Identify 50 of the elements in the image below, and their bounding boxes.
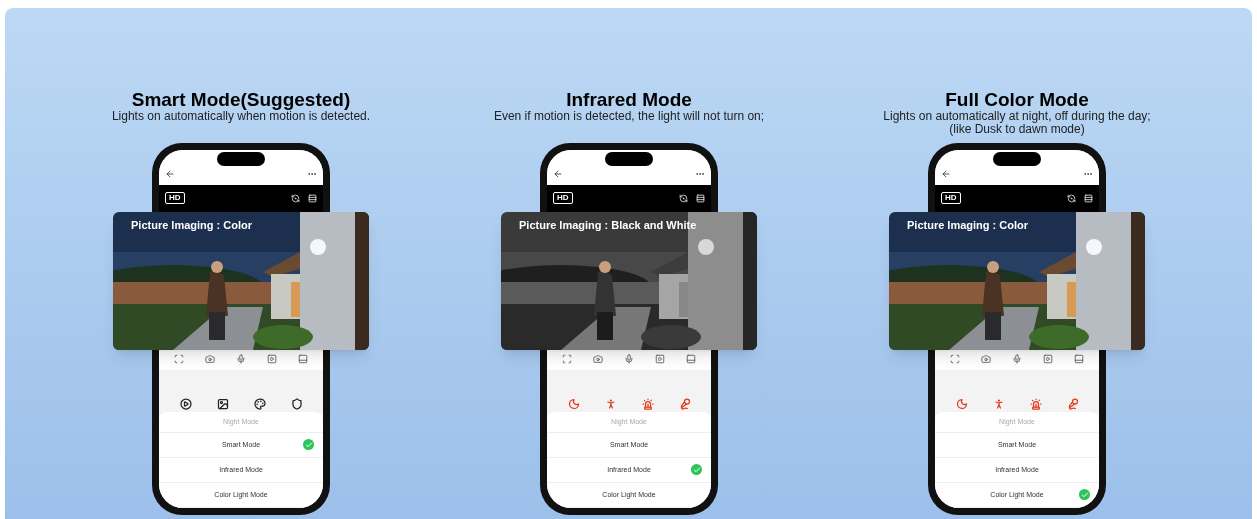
video-icon[interactable]: [267, 354, 278, 365]
mode-description: Lights on automatically when motion is detected.: [111, 110, 371, 123]
notch: [993, 152, 1041, 166]
microphone-icon[interactable]: [678, 398, 691, 410]
preview-caption: Picture Imaging : Color: [131, 218, 252, 233]
back-icon[interactable]: [165, 168, 175, 179]
hd-toggle[interactable]: HD: [553, 192, 573, 205]
rows-icon[interactable]: [696, 193, 705, 203]
image-icon[interactable]: [216, 398, 229, 410]
siren-icon[interactable]: [1029, 398, 1042, 410]
rotate-icon[interactable]: [679, 193, 688, 203]
play-icon[interactable]: [179, 398, 192, 410]
microphone-icon[interactable]: [1011, 354, 1022, 365]
moon-icon[interactable]: [955, 398, 968, 410]
rows-icon[interactable]: [308, 193, 317, 203]
mode-description: (like Dusk to dawn mode): [949, 123, 1085, 136]
camera-icon[interactable]: [204, 354, 215, 365]
microphone-icon[interactable]: [235, 354, 246, 365]
rotate-icon[interactable]: [1067, 193, 1076, 203]
shield-icon[interactable]: [290, 398, 303, 410]
video-icon[interactable]: [655, 354, 666, 365]
rows-icon[interactable]: [1084, 193, 1093, 203]
hd-toggle[interactable]: HD: [165, 192, 185, 205]
moon-icon[interactable]: [567, 398, 580, 410]
back-icon[interactable]: [941, 168, 951, 179]
rotate-icon[interactable]: [291, 193, 300, 203]
mode-description: Even if motion is detected, the light will not turn on;: [493, 110, 765, 123]
mode-title: Smart Mode(Suggested): [131, 90, 351, 110]
preview-caption: Picture Imaging : Color: [907, 218, 1028, 233]
back-icon[interactable]: [553, 168, 563, 179]
mode-title: Infrared Mode: [566, 90, 692, 110]
siren-icon[interactable]: [641, 398, 654, 410]
mode-description: Lights on automatically at night, off during the day;: [883, 110, 1151, 123]
camera-icon[interactable]: [980, 354, 991, 365]
fullscreen-icon[interactable]: [949, 354, 960, 365]
microphone-icon[interactable]: [623, 354, 634, 365]
notch: [217, 152, 265, 166]
preview-caption: Picture Imaging : Black and White: [519, 218, 697, 233]
mode-title: Full Color Mode: [945, 90, 1089, 110]
video-icon[interactable]: [1043, 354, 1054, 365]
panel-icon[interactable]: [686, 354, 697, 365]
hd-toggle[interactable]: HD: [941, 192, 961, 205]
palette-icon[interactable]: [253, 398, 266, 410]
fullscreen-icon[interactable]: [561, 354, 572, 365]
panel-icon[interactable]: [1074, 354, 1085, 365]
microphone-icon[interactable]: [1066, 398, 1079, 410]
camera-icon[interactable]: [592, 354, 603, 365]
fullscreen-icon[interactable]: [173, 354, 184, 365]
panel-icon[interactable]: [298, 354, 309, 365]
notch: [605, 152, 653, 166]
